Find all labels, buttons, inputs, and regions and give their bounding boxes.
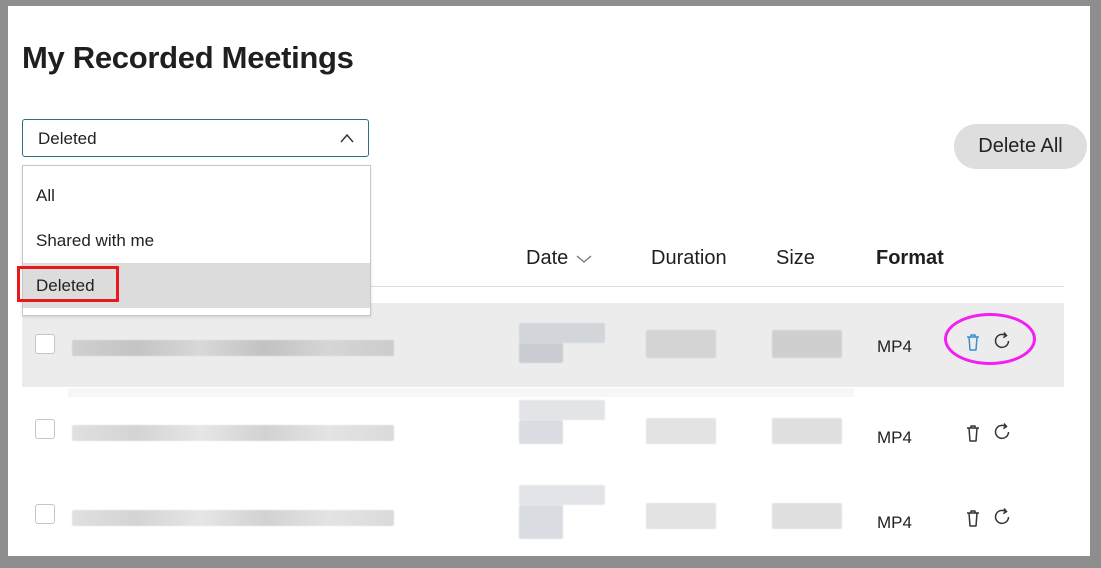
column-header-format: Format (876, 247, 944, 269)
restore-icon[interactable] (991, 506, 1013, 528)
trash-icon[interactable] (962, 422, 984, 444)
restore-icon[interactable] (991, 421, 1013, 443)
menu-item-all[interactable]: All (23, 173, 370, 218)
row-checkbox[interactable] (35, 334, 55, 354)
redacted-title (72, 340, 394, 356)
row-checkbox[interactable] (35, 504, 55, 524)
table-row[interactable]: MP4 (22, 473, 1064, 556)
page-title: My Recorded Meetings (22, 40, 354, 75)
row-format: MP4 (877, 337, 912, 356)
chevron-down-icon (576, 255, 592, 263)
filter-menu: All Shared with me Deleted (17, 165, 371, 316)
red-highlight-box (17, 266, 119, 302)
recording-filter-dropdown[interactable]: Deleted (22, 119, 369, 157)
redacted-size (772, 503, 842, 529)
redacted-title (72, 510, 394, 526)
table-row[interactable]: MP4 (22, 388, 1064, 472)
redacted-duration (646, 330, 716, 358)
menu-item-shared-with-me[interactable]: Shared with me (23, 218, 370, 263)
filter-selected-value: Deleted (38, 129, 97, 148)
column-header-size: Size (776, 247, 815, 269)
row-checkbox[interactable] (35, 419, 55, 439)
redacted-date (519, 485, 605, 505)
row-format: MP4 (877, 428, 912, 447)
redacted-date (519, 323, 605, 343)
redacted-date-line2 (519, 505, 563, 539)
column-header-duration: Duration (651, 247, 727, 269)
redacted-date-line2 (519, 343, 563, 363)
recordings-panel: My Recorded Meetings Deleted All Shared … (8, 6, 1090, 556)
column-header-date[interactable]: Date (526, 247, 592, 270)
redacted-date (519, 400, 605, 420)
redacted-duration (646, 418, 716, 444)
redacted-date-line2 (519, 420, 563, 444)
menu-item-deleted[interactable]: Deleted (17, 263, 370, 308)
delete-all-button[interactable]: Delete All (954, 124, 1087, 169)
redacted-size (772, 330, 842, 358)
row-format: MP4 (877, 513, 912, 532)
magenta-highlight-ring (944, 313, 1036, 365)
redacted-duration (646, 503, 716, 529)
redacted-size (772, 418, 842, 444)
trash-icon[interactable] (962, 507, 984, 529)
redacted-title (72, 425, 394, 441)
chevron-up-icon (340, 133, 354, 143)
column-header-date-label: Date (526, 247, 569, 269)
